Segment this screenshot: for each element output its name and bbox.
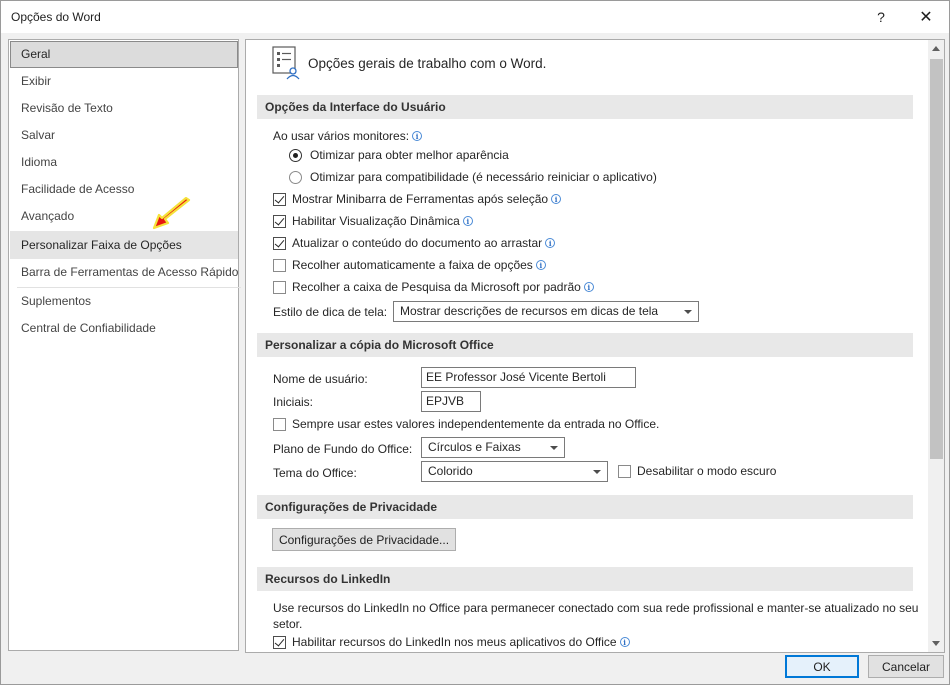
monitors-label-row: Ao usar vários monitores: i [273, 129, 423, 143]
checkbox-unchecked[interactable] [273, 258, 286, 272]
info-icon[interactable]: i [551, 194, 562, 204]
radio-best-appearance[interactable]: Otimizar para obter melhor aparência [289, 148, 509, 162]
screentip-label: Estilo de dica de tela: [273, 305, 388, 319]
ok-button[interactable]: OK [785, 655, 859, 678]
username-field[interactable]: EE Professor José Vicente Bertoli [421, 367, 636, 388]
radio-button[interactable] [289, 170, 302, 184]
info-icon[interactable]: i [535, 260, 546, 270]
panel-title: Opções gerais de trabalho com o Word. [308, 55, 547, 71]
info-icon[interactable]: i [619, 637, 630, 647]
checkbox-live-preview[interactable]: Habilitar Visualização Dinâmica i [273, 214, 473, 228]
info-icon[interactable]: i [583, 282, 594, 292]
radio-best-label: Otimizar para obter melhor aparência [310, 148, 509, 162]
info-icon[interactable]: i [545, 238, 556, 248]
nav-item-personalizar-faixa[interactable]: Personalizar Faixa de Opções [10, 231, 238, 259]
close-button[interactable]: ✕ [904, 1, 948, 33]
screentip-style-select[interactable]: Mostrar descrições de recursos em dicas … [393, 301, 699, 322]
linkedin-description: Use recursos do LinkedIn no Office para … [273, 601, 919, 631]
checkbox-linkedin[interactable]: Habilitar recursos do LinkedIn nos meus … [273, 635, 630, 649]
checkbox-linkedin-label: Habilitar recursos do LinkedIn nos meus … [292, 635, 617, 649]
word-options-dialog: Opções do Word ? ✕ Geral Exibir Revisão … [0, 0, 950, 685]
checkbox-dark-mode-label: Desabilitar o modo escuro [637, 464, 777, 478]
section-linkedin: Recursos do LinkedIn [257, 567, 913, 591]
checkbox-live-preview-label: Habilitar Visualização Dinâmica [292, 214, 460, 228]
info-icon[interactable]: i [412, 131, 423, 141]
chevron-down-icon [684, 310, 692, 314]
general-options-panel: Opções gerais de trabalho com o Word. Op… [245, 39, 945, 653]
nav-item-central-de-confiabilidade[interactable]: Central de Confiabilidade [10, 315, 238, 342]
office-theme-value: Colorido [428, 464, 473, 478]
vertical-scrollbar[interactable] [928, 40, 944, 652]
chevron-down-icon [550, 446, 558, 450]
nav-item-avancado[interactable]: Avançado [10, 203, 238, 230]
username-label: Nome de usuário: [273, 372, 368, 386]
nav-item-geral[interactable]: Geral [10, 41, 238, 68]
checkbox-checked[interactable] [273, 635, 286, 649]
red-pointer-arrow-icon [152, 197, 191, 230]
nav-item-exibir[interactable]: Exibir [10, 68, 238, 95]
office-background-label: Plano de Fundo do Office: [273, 442, 413, 456]
office-theme-select[interactable]: Colorido [421, 461, 608, 482]
radio-compat-label: Otimizar para compatibilidade (é necessá… [310, 170, 657, 184]
checkbox-minibar[interactable]: Mostrar Minibarra de Ferramentas após se… [273, 192, 562, 206]
office-theme-label: Tema do Office: [273, 466, 357, 480]
checkbox-update-document[interactable]: Atualizar o conteúdo do documento ao arr… [273, 236, 556, 250]
nav-item-barra-acesso-rapido[interactable]: Barra de Ferramentas de Acesso Rápido [10, 259, 238, 286]
checkbox-checked[interactable] [273, 192, 286, 206]
checkbox-checked[interactable] [273, 214, 286, 228]
section-personalize: Personalizar a cópia do Microsoft Office [257, 333, 913, 357]
radio-compatibility[interactable]: Otimizar para compatibilidade (é necessá… [289, 170, 657, 184]
checkbox-collapse-search-label: Recolher a caixa de Pesquisa da Microsof… [292, 280, 581, 294]
checkbox-disable-dark-mode[interactable]: Desabilitar o modo escuro [618, 464, 776, 478]
scrollbar-thumb[interactable] [930, 59, 943, 459]
checkbox-unchecked[interactable] [618, 464, 631, 478]
checkbox-collapse-ribbon[interactable]: Recolher automaticamente a faixa de opçõ… [273, 258, 546, 272]
general-options-icon [272, 46, 300, 80]
checkbox-always-use-label: Sempre usar estes valores independenteme… [292, 417, 660, 431]
panel-header: Opções gerais de trabalho com o Word. [272, 46, 546, 80]
checkbox-always-use[interactable]: Sempre usar estes valores independenteme… [273, 417, 659, 431]
checkbox-collapse-ribbon-label: Recolher automaticamente a faixa de opçõ… [292, 258, 533, 272]
window-title: Opções do Word [11, 10, 101, 24]
nav-item-facilidade-de-acesso[interactable]: Facilidade de Acesso [10, 176, 238, 203]
nav-item-suplementos[interactable]: Suplementos [10, 288, 238, 315]
monitors-label: Ao usar vários monitores: [273, 129, 410, 143]
help-button[interactable]: ? [859, 1, 903, 33]
checkbox-unchecked[interactable] [273, 417, 286, 431]
checkbox-collapse-search[interactable]: Recolher a caixa de Pesquisa da Microsof… [273, 280, 594, 294]
options-navigation: Geral Exibir Revisão de Texto Salvar Idi… [8, 39, 241, 651]
section-ui-options: Opções da Interface do Usuário [257, 95, 913, 119]
initials-label: Iniciais: [273, 395, 314, 409]
checkbox-minibar-label: Mostrar Minibarra de Ferramentas após se… [292, 192, 549, 206]
chevron-down-icon [593, 470, 601, 474]
nav-item-salvar[interactable]: Salvar [10, 122, 238, 149]
nav-item-revisao-de-texto[interactable]: Revisão de Texto [10, 95, 238, 122]
section-privacy: Configurações de Privacidade [257, 495, 913, 519]
cancel-button[interactable]: Cancelar [868, 655, 944, 678]
nav-item-idioma[interactable]: Idioma [10, 149, 238, 176]
info-icon[interactable]: i [462, 216, 473, 226]
title-bar: Opções do Word ? ✕ [1, 1, 949, 33]
radio-button-selected[interactable] [289, 148, 302, 162]
checkbox-unchecked[interactable] [273, 280, 286, 294]
office-background-select[interactable]: Círculos e Faixas [421, 437, 565, 458]
office-background-value: Círculos e Faixas [428, 440, 521, 454]
privacy-settings-button[interactable]: Configurações de Privacidade... [272, 528, 456, 551]
scroll-down-icon[interactable] [928, 635, 944, 652]
checkbox-checked[interactable] [273, 236, 286, 250]
screentip-value: Mostrar descrições de recursos em dicas … [400, 304, 659, 318]
scroll-up-icon[interactable] [928, 40, 944, 57]
initials-field[interactable]: EPJVB [421, 391, 481, 412]
checkbox-update-label: Atualizar o conteúdo do documento ao arr… [292, 236, 543, 250]
